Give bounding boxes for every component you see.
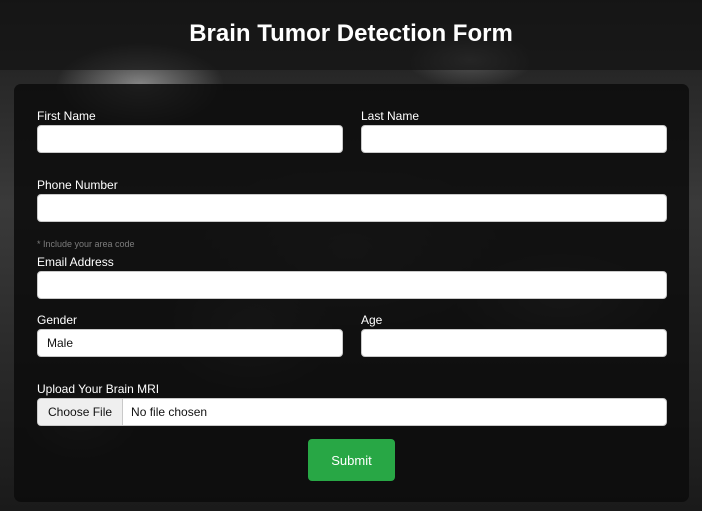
choose-file-button[interactable]: Choose File xyxy=(38,399,124,425)
gender-selected-value: Male xyxy=(47,336,74,350)
page-header: Brain Tumor Detection Form xyxy=(0,0,702,70)
upload-label: Upload Your Brain MRI xyxy=(37,382,160,396)
gender-select[interactable]: Male xyxy=(37,329,343,357)
first-name-label: First Name xyxy=(37,109,96,123)
gender-label: Gender xyxy=(37,313,78,327)
page-title: Brain Tumor Detection Form xyxy=(189,20,513,47)
mri-file-input[interactable]: Choose File No file chosen xyxy=(37,398,667,426)
first-name-input[interactable] xyxy=(37,125,343,153)
age-label: Age xyxy=(361,313,383,327)
file-status-text: No file chosen xyxy=(131,405,208,419)
email-input[interactable] xyxy=(37,271,667,299)
phone-number-input[interactable] xyxy=(37,194,667,222)
age-input[interactable] xyxy=(361,329,667,357)
last-name-label: Last Name xyxy=(361,109,420,123)
last-name-input[interactable] xyxy=(361,125,667,153)
phone-number-label: Phone Number xyxy=(37,178,118,192)
phone-hint: * Include your area code xyxy=(37,239,135,249)
email-label: Email Address xyxy=(37,255,114,269)
submit-button[interactable]: Submit xyxy=(308,439,395,481)
